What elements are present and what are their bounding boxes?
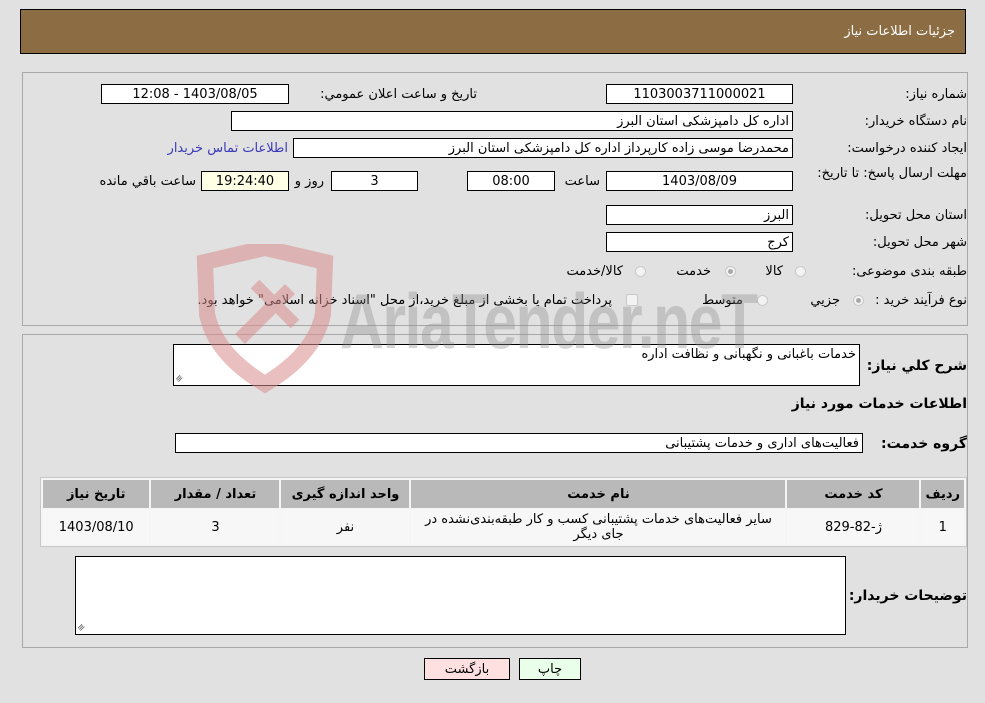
description-textarea[interactable]: خدمات باغبانی و نگهبانی و نظافت اداره ≡	[173, 344, 860, 386]
purchase-type-radio-minor[interactable]	[853, 295, 864, 306]
purchase-type-radio-medium[interactable]	[757, 295, 768, 306]
description-label: شرح کلي نياز:	[866, 358, 967, 374]
page-title: جزئیات اطلاعات نیاز	[844, 24, 955, 39]
category-option-service: خدمت	[676, 264, 711, 279]
category-option-goods-service: کالا/خدمت	[566, 264, 623, 279]
purchase-type-option-medium: متوسط	[702, 293, 743, 308]
divider	[22, 647, 966, 648]
table-row: 1 ژ-82-829 سایر فعالیت‌های خدمات پشتیبان…	[43, 510, 964, 544]
category-option-goods: کالا	[765, 264, 783, 279]
resize-grip-icon[interactable]: ≡	[174, 373, 186, 385]
purchase-type-label: نوع فرآیند خرید :	[875, 293, 967, 308]
delivery-province-label: استان محل تحویل:	[865, 208, 967, 223]
col-header-row-number: ردیف	[921, 480, 964, 508]
back-button[interactable]: بازگشت	[424, 658, 510, 680]
requester-label: ایجاد کننده درخواست:	[847, 141, 967, 156]
delivery-province-field[interactable]: البرز	[606, 205, 793, 225]
cell-service-code: ژ-82-829	[787, 510, 920, 544]
treasury-checkbox[interactable]	[626, 294, 638, 306]
buyer-notes-textarea[interactable]: ≡	[75, 556, 846, 635]
cell-row-number: 1	[921, 510, 964, 544]
col-header-need-date: تاریخ نیاز	[43, 480, 150, 508]
category-label: طبقه بندی موضوعی:	[851, 264, 967, 279]
service-group-label: گروه خدمت:	[881, 436, 967, 452]
page-header: جزئیات اطلاعات نیاز	[20, 9, 966, 54]
cell-service-name: سایر فعالیت‌های خدمات پشتیبانی کسب و کار…	[411, 510, 786, 544]
requester-field[interactable]: محمدرضا موسی زاده کارپرداز اداره کل دامپ…	[293, 138, 793, 158]
time-remaining-field: 19:24:40	[201, 171, 289, 191]
col-header-service-code: کد خدمت	[787, 480, 920, 508]
buyer-notes-label: توضیحات خریدار:	[848, 588, 967, 604]
announce-datetime-field[interactable]: 1403/08/05 - 12:08	[101, 84, 289, 104]
need-number-field[interactable]: 1103003711000021	[606, 84, 793, 104]
cell-need-date: 1403/08/10	[43, 510, 150, 544]
services-table: ردیف کد خدمت نام خدمت واحد اندازه گیری ت…	[40, 477, 967, 547]
services-heading: اطلاعات خدمات مورد نیاز	[791, 396, 967, 412]
cell-quantity: 3	[151, 510, 280, 544]
deadline-time-label: ساعت	[564, 174, 600, 189]
days-label: روز و	[294, 174, 324, 189]
category-radio-goods-service[interactable]	[635, 266, 646, 277]
deadline-time-field[interactable]: 08:00	[467, 171, 555, 191]
table-header-row: ردیف کد خدمت نام خدمت واحد اندازه گیری ت…	[43, 480, 964, 508]
category-radio-service[interactable]	[725, 266, 736, 277]
col-header-service-name: نام خدمت	[411, 480, 786, 508]
service-group-field[interactable]: فعالیت‌های اداری و خدمات پشتیبانی	[175, 433, 863, 453]
delivery-city-field[interactable]: کرج	[606, 232, 793, 252]
buyer-contact-link[interactable]: اطلاعات تماس خریدار	[168, 141, 288, 156]
buyer-org-label: نام دستگاه خريدار:	[864, 114, 967, 129]
deadline-label: مهلت ارسال پاسخ: تا تاریخ:	[817, 166, 967, 181]
print-button[interactable]: چاپ	[519, 658, 581, 680]
description-text: خدمات باغبانی و نگهبانی و نظافت اداره	[641, 347, 856, 362]
treasury-checkbox-label: پرداخت تمام یا بخشی از مبلغ خرید،از محل …	[197, 293, 612, 308]
cell-unit: نفر	[281, 510, 410, 544]
buyer-org-field[interactable]: اداره کل دامپزشکی استان البرز	[231, 111, 793, 131]
time-remaining-label: ساعت باقي مانده	[99, 174, 196, 189]
purchase-type-option-minor: جزيي	[810, 293, 840, 308]
deadline-date-field[interactable]: 1403/08/09	[606, 171, 793, 191]
days-remaining-field[interactable]: 3	[331, 171, 418, 191]
need-number-label: شماره نیاز:	[905, 87, 967, 102]
announce-datetime-label: تاریخ و ساعت اعلان عمومي:	[320, 87, 477, 102]
col-header-quantity: تعداد / مقدار	[151, 480, 280, 508]
resize-grip-icon[interactable]: ≡	[76, 622, 88, 634]
delivery-city-label: شهر محل تحویل:	[872, 235, 967, 250]
col-header-unit: واحد اندازه گیری	[281, 480, 410, 508]
category-radio-goods[interactable]	[795, 266, 806, 277]
